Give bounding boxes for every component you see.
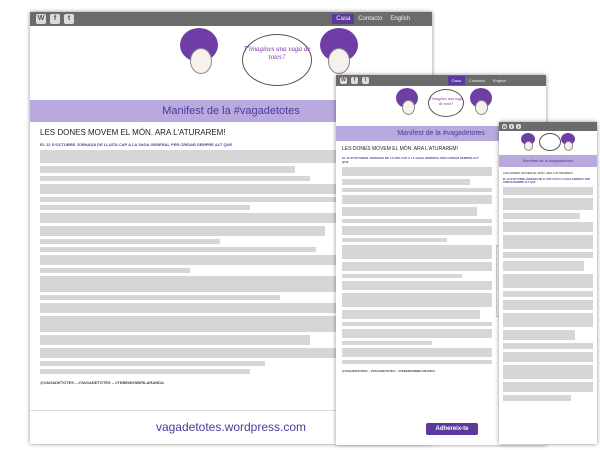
wordpress-icon[interactable]: W — [340, 77, 347, 84]
article-intro: EL 22 D'OCTUBRE JORNADA DE LLUITA CAP A … — [503, 178, 591, 184]
menu-item-casa[interactable]: Casa — [332, 14, 355, 24]
speech-bubble — [539, 133, 561, 151]
mobile-header-illustration — [499, 131, 597, 153]
menu-item-casa[interactable]: Casa — [447, 76, 465, 85]
menu-item-contacto[interactable]: Contacto — [354, 14, 386, 24]
article-body — [40, 150, 340, 374]
desktop-topbar: W f t Casa Contacto English — [30, 12, 432, 26]
social-links: W f t — [30, 14, 74, 24]
facebook-icon[interactable]: f — [50, 14, 60, 24]
main-menu: Casa Contacto English — [332, 14, 414, 24]
tablet-topbar: W f t Casa Contacto English — [336, 75, 546, 86]
mobile-article-content: LES DONES MOVEM EL MÓN. ARA L'ATURAREM! … — [499, 171, 597, 401]
facebook-icon[interactable]: f — [509, 124, 514, 129]
mobile-screenshot: W f t Manifest de la #vagadetotes LES DO… — [499, 122, 597, 444]
tablet-social-links: W f t — [336, 77, 369, 84]
banner-title: Manifest de la #vagadetotes — [522, 158, 574, 163]
menu-item-contacto[interactable]: Contacto — [465, 76, 489, 85]
speech-bubble: T'imagines una vaga de totes? — [428, 89, 464, 117]
mobile-topbar: W f t — [499, 122, 597, 131]
menu-item-english[interactable]: English — [489, 76, 510, 85]
wordpress-icon[interactable]: W — [502, 124, 507, 129]
twitter-icon[interactable]: t — [64, 14, 74, 24]
banner-title: Manifest de la #vagadetotes — [397, 130, 485, 137]
twitter-icon[interactable]: t — [516, 124, 521, 129]
article-intro: EL 22 D'OCTUBRE JORNADA DE LLUITA CAP A … — [40, 142, 233, 147]
article-headline: LES DONES MOVEM EL MÓN. ARA L'ATURAREM! — [40, 128, 226, 137]
tablet-header-illustration: T'imagines una vaga de totes? — [336, 86, 546, 124]
twitter-icon[interactable]: t — [362, 77, 369, 84]
tablet-article-body — [342, 167, 492, 364]
speech-bubble-text: T'imagines una vaga de totes? — [429, 96, 463, 106]
menu-item-english[interactable]: English — [386, 14, 414, 24]
article-headline: LES DONES MOVEM EL MÓN. ARA L'ATURAREM! — [503, 171, 573, 175]
mobile-page-banner: Manifest de la #vagadetotes — [499, 155, 597, 167]
speech-bubble-text: T'imagines una vaga de totes? — [243, 45, 311, 61]
facebook-icon[interactable]: f — [351, 77, 358, 84]
speech-bubble: T'imagines una vaga de totes? — [242, 34, 312, 86]
join-button[interactable]: Adhereix-te — [426, 423, 478, 435]
mobile-article-body — [503, 187, 593, 401]
wordpress-icon[interactable]: W — [36, 14, 46, 24]
mobile-social-links: W f t — [499, 124, 521, 129]
join-button-label: Adhereix-te — [435, 426, 469, 432]
article-intro: EL 22 D'OCTUBRE JORNADA DE LLUITA CAP A … — [342, 156, 479, 164]
tablet-main-menu: Casa Contacto English — [447, 76, 510, 85]
banner-title: Manifest de la #vagadetotes — [162, 105, 300, 117]
